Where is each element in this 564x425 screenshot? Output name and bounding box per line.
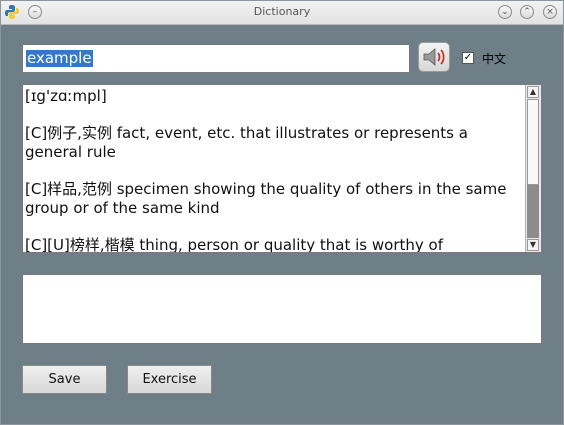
speaker-icon [423,48,445,66]
definition-entry: [C]例子,实例 fact, event, etc. that illustra… [25,124,468,161]
scrollbar-thumb[interactable] [527,99,539,185]
chinese-checkbox-label: 中文 [482,52,507,66]
definition-entry: [C]样品,范例 specimen showing the quality of… [25,180,507,217]
window-title: Dictionary [253,5,311,18]
title-bar[interactable]: – Dictionary ⌄ ⌃ × [1,1,563,25]
definition-entry: [C][U]榜样,楷模 thing, person or quality tha… [25,236,443,253]
close-icon[interactable]: × [543,5,557,19]
definition-scrollbar[interactable]: ▲ ▼ [525,85,541,252]
save-button[interactable]: Save [22,365,107,394]
pronounce-button[interactable] [418,42,450,72]
search-input[interactable]: example [22,44,410,73]
scrollbar-track[interactable] [527,185,539,238]
maximize-icon[interactable]: ⌃ [520,5,534,19]
chinese-checkbox[interactable]: ✓ [462,52,474,64]
exercise-button[interactable]: Exercise [127,365,212,394]
search-input-value: example [26,49,93,67]
notes-textbox[interactable] [22,274,542,344]
scroll-up-icon[interactable]: ▲ [527,86,539,98]
definition-textbox[interactable]: [ɪg'zɑːmpl] [C]例子,实例 fact, event, etc. t… [22,84,542,253]
dictionary-window: – Dictionary ⌄ ⌃ × example ✓ 中文 [ɪg'zɑːm… [0,0,564,425]
pronunciation: [ɪg'zɑːmpl] [25,87,107,105]
definition-text: [ɪg'zɑːmpl] [C]例子,实例 fact, event, etc. t… [25,87,520,253]
minimize-icon[interactable]: ⌄ [498,5,512,19]
scroll-down-icon[interactable]: ▼ [527,239,539,251]
